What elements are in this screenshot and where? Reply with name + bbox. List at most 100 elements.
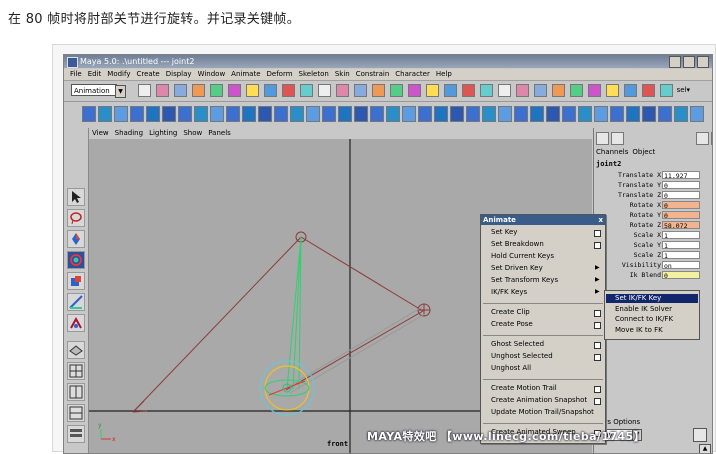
shelf-wire-icon[interactable] bbox=[530, 106, 544, 122]
menu-display[interactable]: Display bbox=[163, 69, 195, 80]
select-tool-icon[interactable] bbox=[67, 188, 85, 206]
ikfk-submenu-item[interactable]: Connect to IK/FK bbox=[615, 315, 673, 323]
shelf-nurbs-sphere-icon[interactable] bbox=[178, 106, 192, 122]
channel-value-field[interactable]: 0 bbox=[662, 271, 700, 279]
tool-settings-icon[interactable] bbox=[696, 132, 709, 145]
shelf-rigid-body-icon[interactable] bbox=[594, 106, 608, 122]
layout-single-pane-icon[interactable] bbox=[67, 341, 85, 359]
shelf-extrude-icon[interactable] bbox=[322, 106, 336, 122]
render-globals-icon[interactable] bbox=[372, 84, 385, 97]
shelf-field-icon[interactable] bbox=[578, 106, 592, 122]
layout-four-pane-icon[interactable] bbox=[67, 362, 85, 380]
tab-object[interactable]: Object bbox=[632, 148, 655, 156]
shelf-rebuild-icon[interactable] bbox=[402, 106, 416, 122]
selection-mask-label[interactable]: sel▾ bbox=[677, 86, 690, 94]
shelf-cone-icon[interactable] bbox=[130, 106, 144, 122]
render-icon[interactable] bbox=[336, 84, 349, 97]
option-box-icon[interactable] bbox=[594, 242, 601, 249]
shelf-emitter-icon[interactable] bbox=[562, 106, 576, 122]
shelf-ik-handle-icon[interactable] bbox=[450, 106, 464, 122]
history-icon[interactable] bbox=[318, 84, 331, 97]
animate-menu-item[interactable]: Create Animation Snapshot bbox=[491, 396, 587, 404]
select-hierarchy-icon[interactable] bbox=[192, 84, 205, 97]
minimize-icon[interactable] bbox=[669, 56, 681, 68]
shelf-smooth-icon[interactable] bbox=[418, 106, 432, 122]
shelf-cube-icon[interactable] bbox=[98, 106, 112, 122]
graph-icon[interactable] bbox=[642, 84, 655, 97]
tab-channels[interactable]: Channels bbox=[596, 148, 628, 156]
animate-menu-item[interactable]: Create Motion Trail bbox=[491, 384, 557, 392]
channel-label[interactable]: Scale Z bbox=[634, 251, 661, 260]
channel-label[interactable]: Visibility bbox=[622, 261, 661, 270]
shelf-texture-icon[interactable] bbox=[690, 106, 704, 122]
shelf-attach-icon[interactable] bbox=[370, 106, 384, 122]
animate-menu-item[interactable]: Ghost Selected bbox=[491, 340, 544, 348]
shelf-plane-icon[interactable] bbox=[146, 106, 160, 122]
animate-menu-item[interactable]: Hold Current Keys bbox=[491, 252, 554, 260]
maximize-icon[interactable] bbox=[683, 56, 695, 68]
shelf-revolve-icon[interactable] bbox=[306, 106, 320, 122]
select-component-icon[interactable] bbox=[228, 84, 241, 97]
scale-tool-icon[interactable] bbox=[67, 272, 85, 290]
manipulator-tool-icon[interactable] bbox=[67, 293, 85, 311]
shelf-sphere-icon[interactable] bbox=[82, 106, 96, 122]
menu-window[interactable]: Window bbox=[195, 69, 229, 80]
paint-icon[interactable] bbox=[588, 84, 601, 97]
shelf-text-icon[interactable] bbox=[258, 106, 272, 122]
channel-label[interactable]: Ik Blend bbox=[630, 271, 661, 280]
menu-modify[interactable]: Modify bbox=[104, 69, 133, 80]
channel-label[interactable]: Scale Y bbox=[634, 241, 661, 250]
shelf-surface-icon[interactable] bbox=[274, 106, 288, 122]
menu-edit[interactable]: Edit bbox=[85, 69, 105, 80]
channel-label[interactable]: Rotate Z bbox=[630, 221, 661, 230]
panel-menu-shading[interactable]: Shading bbox=[115, 128, 143, 138]
rotate-tool-icon[interactable] bbox=[67, 251, 85, 269]
shelf-shader-icon[interactable] bbox=[674, 106, 688, 122]
outliner-toggle-icon[interactable] bbox=[711, 132, 712, 145]
channel-value-field[interactable]: on bbox=[662, 261, 700, 269]
channel-value-field[interactable]: 1 bbox=[662, 241, 700, 249]
output-ops-icon[interactable] bbox=[408, 84, 421, 97]
make-live-icon[interactable] bbox=[426, 84, 439, 97]
shelf-joint-icon[interactable] bbox=[434, 106, 448, 122]
option-box-icon[interactable] bbox=[594, 386, 601, 393]
ipr-icon[interactable] bbox=[354, 84, 367, 97]
animate-menu-item[interactable]: Unghost Selected bbox=[491, 352, 553, 360]
option-box-icon[interactable] bbox=[594, 398, 601, 405]
menu-help[interactable]: Help bbox=[433, 69, 455, 80]
channels-layout-icon[interactable] bbox=[596, 132, 609, 145]
move-tool-icon[interactable] bbox=[67, 230, 85, 248]
channel-value-field[interactable]: 58.072 bbox=[662, 221, 700, 229]
layout-outliner-icon[interactable] bbox=[67, 425, 85, 443]
magnet-icon[interactable] bbox=[606, 84, 619, 97]
option-box-icon[interactable] bbox=[594, 310, 601, 317]
layout-persp-graph-icon[interactable] bbox=[67, 404, 85, 422]
animate-menu-item[interactable]: Create Clip bbox=[491, 308, 530, 316]
ikfk-submenu-item[interactable]: Move IK to FK bbox=[615, 326, 663, 334]
animate-menu-item[interactable]: Set Driven Key bbox=[491, 264, 543, 272]
shelf-bevel-icon[interactable] bbox=[338, 106, 352, 122]
save-scene-icon[interactable] bbox=[174, 84, 187, 97]
animate-menu-item[interactable]: Set Breakdown bbox=[491, 240, 544, 248]
option-box-icon[interactable] bbox=[594, 354, 601, 361]
menu-constrain[interactable]: Constrain bbox=[353, 69, 393, 80]
input-ops-icon[interactable] bbox=[390, 84, 403, 97]
layout-two-pane-icon[interactable] bbox=[67, 383, 85, 401]
channel-value-field[interactable]: 1 bbox=[662, 251, 700, 259]
channel-label[interactable]: Translate X bbox=[618, 171, 661, 180]
channel-value-field[interactable]: 0 bbox=[662, 211, 700, 219]
shelf-particle-icon[interactable] bbox=[546, 106, 560, 122]
channel-label[interactable]: Translate Z bbox=[618, 191, 661, 200]
animate-menu-item[interactable]: Set Transform Keys bbox=[491, 276, 558, 284]
shelf-square-icon[interactable] bbox=[242, 106, 256, 122]
deform-icon[interactable] bbox=[552, 84, 565, 97]
shelf-paint-icon[interactable] bbox=[658, 106, 672, 122]
animate-menu-tearoff[interactable]: Animate x bbox=[481, 215, 605, 225]
close-icon[interactable]: x bbox=[598, 215, 603, 225]
menu-animate[interactable]: Animate bbox=[228, 69, 263, 80]
channel-value-field[interactable]: 1 bbox=[662, 231, 700, 239]
menu-file[interactable]: File bbox=[67, 69, 85, 80]
shelf-cylinder-icon[interactable] bbox=[114, 106, 128, 122]
channel-label[interactable]: Rotate X bbox=[630, 201, 661, 210]
panel-menu-panels[interactable]: Panels bbox=[208, 128, 231, 138]
